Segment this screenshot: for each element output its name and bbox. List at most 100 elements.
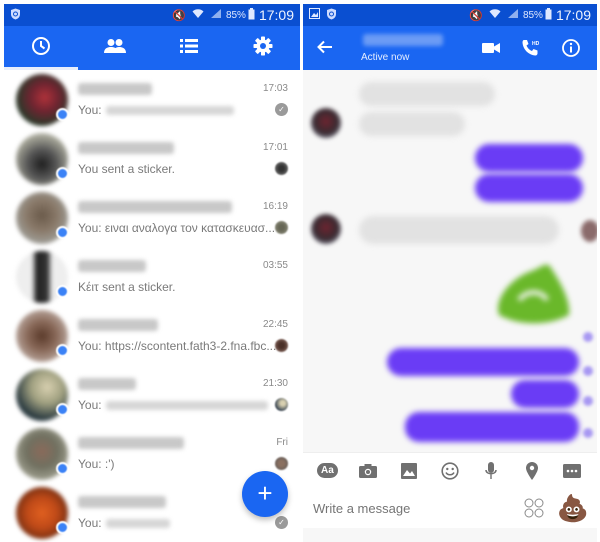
contact-name-blurred [363, 34, 443, 46]
sent-check-icon: ✓ [275, 516, 288, 529]
top-tab-bar [4, 26, 300, 70]
svg-text:HD: HD [532, 41, 540, 47]
more-options-button[interactable] [560, 459, 584, 483]
chat-screen: 🔇 85% 17:09 Active now HD Aa Write a mes… [303, 4, 597, 542]
message-thread [303, 70, 597, 452]
contact-name-blurred [78, 437, 184, 449]
contact-name-blurred [78, 319, 158, 331]
tab-groups[interactable] [152, 26, 226, 70]
outgoing-message-bubble[interactable] [511, 380, 579, 408]
battery-icon [248, 7, 255, 23]
back-button[interactable] [303, 37, 347, 60]
incoming-message-bubble[interactable] [359, 112, 465, 136]
incoming-message-bubble[interactable] [359, 216, 559, 244]
message-input[interactable] [313, 500, 519, 516]
tab-settings[interactable] [226, 26, 300, 70]
conversation-time: 17:01 [262, 142, 288, 153]
wifi-icon [192, 8, 204, 22]
seen-avatar-icon [275, 398, 288, 411]
tab-people[interactable] [78, 26, 152, 70]
hd-voice-call-button[interactable]: HD [511, 39, 551, 57]
mute-icon: 🔇 [469, 9, 483, 22]
video-call-button[interactable] [471, 42, 511, 54]
image-icon [401, 462, 418, 479]
gear-icon [253, 36, 273, 61]
smiley-icon [441, 461, 459, 480]
mute-icon: 🔇 [172, 9, 186, 22]
conversation-snippet: You: :') [78, 457, 115, 471]
text-style-button[interactable]: Aa [315, 459, 339, 483]
conversation-time: 16:19 [262, 201, 288, 212]
seen-avatar-icon [275, 162, 288, 175]
microphone-icon [485, 461, 497, 479]
conversation-item[interactable]: 22:45 You: https://scontent.fath3-2.fna.… [4, 306, 300, 365]
stickers-button[interactable] [519, 498, 549, 518]
camera-button[interactable] [356, 459, 380, 483]
more-dots-icon [563, 463, 582, 478]
outgoing-message-bubble[interactable] [475, 174, 583, 202]
chat-header: Active now HD [303, 26, 597, 70]
messenger-badge-icon [56, 344, 69, 357]
sticker-faces-icon [524, 498, 544, 518]
seen-avatar-icon [275, 457, 288, 470]
seen-avatar-icon [275, 339, 288, 352]
outgoing-message-bubble[interactable] [387, 348, 579, 376]
read-receipt-icon [583, 332, 593, 342]
text-style-icon: Aa [317, 463, 338, 478]
conversation-time: 03:55 [262, 260, 288, 271]
conversation-snippet: You: ειναι αναλογα τον κατασκευασ... [78, 221, 276, 235]
contact-name-blurred [78, 201, 232, 213]
gallery-button[interactable] [397, 459, 421, 483]
camera-icon [359, 463, 378, 478]
green-sticker-image [498, 264, 570, 324]
incoming-message-bubble[interactable] [359, 82, 495, 106]
clock-time: 17:09 [258, 7, 294, 23]
wifi-icon [489, 8, 501, 22]
location-pin-icon [525, 461, 538, 480]
battery-icon [545, 7, 552, 23]
seen-avatar-icon [275, 221, 288, 234]
emoji-button[interactable] [438, 459, 462, 483]
status-bar: 🔇 85% 17:09 [303, 4, 597, 26]
conversation-item[interactable]: 17:03 You: ✓ [4, 70, 300, 129]
people-icon [104, 38, 126, 59]
conversation-time: 21:30 [262, 378, 288, 389]
clock-time: 17:09 [555, 7, 591, 23]
conversation-snippet: You: [78, 516, 170, 530]
signal-icon [210, 8, 222, 22]
messenger-badge-icon [56, 462, 69, 475]
arrow-left-icon [317, 40, 332, 53]
tab-recent[interactable] [4, 26, 78, 70]
list-icon [180, 38, 198, 59]
image-notification-icon [309, 8, 320, 22]
seen-avatar [581, 220, 597, 242]
conversation-item[interactable]: 03:55 Κέιτ sent a sticker. [4, 247, 300, 306]
read-receipt-icon [583, 396, 593, 406]
battery-percent: 85% [225, 9, 246, 21]
conversation-item[interactable]: 21:30 You: [4, 365, 300, 424]
contact-name-blurred [78, 142, 174, 154]
read-receipt-icon [583, 428, 593, 438]
new-message-button[interactable]: + [242, 471, 288, 517]
info-button[interactable] [551, 39, 591, 57]
messenger-badge-icon [56, 403, 69, 416]
conversation-item[interactable]: 16:19 You: ειναι αναλογα τον κατασκευασ.… [4, 188, 300, 247]
conversation-snippet: You: [78, 398, 268, 412]
contact-header[interactable]: Active now [361, 30, 443, 63]
voice-record-button[interactable] [479, 459, 503, 483]
contact-name-blurred [78, 378, 136, 390]
outgoing-message-bubble[interactable] [405, 412, 579, 442]
active-status: Active now [361, 52, 410, 63]
messenger-badge-icon [56, 226, 69, 239]
phone-hd-icon: HD [522, 40, 540, 56]
sent-check-icon: ✓ [275, 103, 288, 116]
conversation-time: 17:03 [262, 83, 288, 94]
messenger-badge-icon [56, 108, 69, 121]
shield-icon [10, 8, 21, 23]
like-emoji-button[interactable]: 💩 [555, 493, 591, 524]
battery-percent: 85% [522, 9, 543, 21]
location-button[interactable] [520, 459, 544, 483]
signal-icon [507, 8, 519, 22]
conversation-item[interactable]: 17:01 You sent a sticker. [4, 129, 300, 188]
outgoing-message-bubble[interactable] [475, 144, 583, 172]
